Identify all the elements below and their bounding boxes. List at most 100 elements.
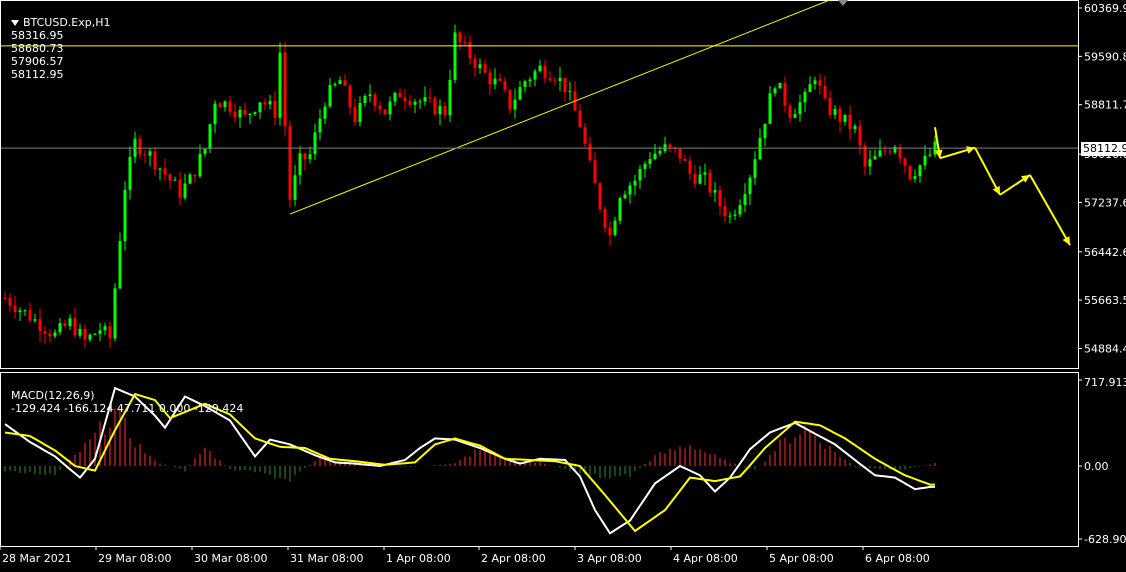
candle-body[interactable] — [328, 85, 332, 107]
candle-body[interactable] — [693, 173, 697, 184]
candle-body[interactable] — [88, 334, 92, 340]
candle-body[interactable] — [848, 114, 852, 130]
candle-body[interactable] — [358, 103, 362, 123]
candle-body[interactable] — [138, 138, 142, 155]
candle-body[interactable] — [863, 145, 867, 167]
candle-body[interactable] — [238, 109, 242, 118]
candle-body[interactable] — [813, 80, 817, 85]
candle-body[interactable] — [703, 172, 707, 175]
candle-body[interactable] — [398, 92, 402, 98]
candle-body[interactable] — [233, 111, 237, 118]
candle-body[interactable] — [178, 179, 182, 198]
candle-body[interactable] — [58, 323, 62, 333]
candle-body[interactable] — [918, 165, 922, 177]
candle-body[interactable] — [223, 101, 227, 108]
candle-body[interactable] — [468, 42, 472, 59]
candle-body[interactable] — [688, 160, 692, 174]
candle-body[interactable] — [23, 310, 27, 312]
candle-body[interactable] — [158, 168, 162, 170]
candle-body[interactable] — [473, 58, 477, 69]
candle-body[interactable] — [578, 110, 582, 128]
candle-body[interactable] — [493, 78, 497, 85]
candle-body[interactable] — [33, 319, 37, 321]
candle-body[interactable] — [823, 85, 827, 98]
candle-body[interactable] — [123, 189, 127, 242]
candle-body[interactable] — [408, 101, 412, 105]
candle-body[interactable] — [743, 194, 747, 206]
candle-body[interactable] — [313, 132, 317, 155]
candle-body[interactable] — [303, 153, 307, 160]
candle-body[interactable] — [183, 183, 187, 198]
candle-body[interactable] — [753, 159, 757, 178]
candle-body[interactable] — [98, 330, 102, 334]
candle-body[interactable] — [228, 101, 232, 112]
candle-body[interactable] — [63, 323, 67, 327]
candle-body[interactable] — [533, 71, 537, 80]
candle-body[interactable] — [748, 177, 752, 195]
candle-body[interactable] — [193, 174, 197, 177]
candle-body[interactable] — [853, 126, 857, 130]
candle-body[interactable] — [273, 100, 277, 118]
candle-body[interactable] — [458, 32, 462, 42]
candle-body[interactable] — [683, 158, 687, 161]
candle-body[interactable] — [818, 80, 822, 86]
candle-body[interactable] — [268, 100, 272, 105]
candle-body[interactable] — [283, 52, 287, 127]
candle-body[interactable] — [363, 95, 367, 104]
candle-body[interactable] — [633, 180, 637, 186]
candle-body[interactable] — [278, 52, 282, 118]
candle-body[interactable] — [708, 172, 712, 193]
candle-body[interactable] — [83, 328, 87, 340]
candle-body[interactable] — [618, 198, 622, 221]
candle-body[interactable] — [478, 64, 482, 69]
candle-body[interactable] — [543, 65, 547, 79]
candle-body[interactable] — [758, 138, 762, 160]
candle-body[interactable] — [253, 112, 257, 114]
candle-body[interactable] — [778, 82, 782, 89]
candle-body[interactable] — [788, 105, 792, 118]
candle-body[interactable] — [393, 92, 397, 102]
candle-body[interactable] — [348, 85, 352, 108]
candle-body[interactable] — [108, 326, 112, 339]
candle-body[interactable] — [558, 77, 562, 82]
candle-body[interactable] — [728, 215, 732, 217]
candle-body[interactable] — [68, 318, 72, 327]
candle-body[interactable] — [143, 154, 147, 156]
candle-body[interactable] — [508, 89, 512, 110]
candle-body[interactable] — [873, 156, 877, 160]
candle-body[interactable] — [438, 105, 442, 115]
candle-body[interactable] — [808, 84, 812, 92]
candle-body[interactable] — [243, 109, 247, 115]
candle-body[interactable] — [563, 77, 567, 93]
candle-body[interactable] — [648, 159, 652, 164]
candle-body[interactable] — [13, 305, 17, 313]
candle-body[interactable] — [498, 78, 502, 81]
candle-body[interactable] — [428, 97, 432, 99]
candle-body[interactable] — [528, 79, 532, 82]
candle-body[interactable] — [333, 83, 337, 86]
candle-body[interactable] — [38, 319, 42, 332]
candle-body[interactable] — [298, 153, 302, 176]
candle-body[interactable] — [793, 114, 797, 118]
candle-body[interactable] — [388, 101, 392, 115]
dropdown-triangle-icon[interactable] — [11, 20, 19, 26]
candle-body[interactable] — [78, 328, 82, 336]
candle-body[interactable] — [73, 318, 77, 336]
candle-body[interactable] — [93, 333, 97, 335]
candle-body[interactable] — [828, 97, 832, 115]
candle-body[interactable] — [43, 331, 47, 334]
shift-marker-icon[interactable] — [838, 0, 848, 6]
candle-body[interactable] — [878, 150, 882, 157]
chart-area[interactable]: 60369.959590.858811.758016.057237.656442… — [0, 0, 1126, 568]
candle-body[interactable] — [208, 124, 212, 149]
candle-body[interactable] — [798, 102, 802, 115]
candle-body[interactable] — [643, 163, 647, 169]
candle-body[interactable] — [608, 227, 612, 236]
candle-body[interactable] — [373, 94, 377, 106]
candle-body[interactable] — [453, 32, 457, 80]
candle-body[interactable] — [318, 118, 322, 133]
candle-body[interactable] — [248, 113, 252, 115]
candle-body[interactable] — [553, 80, 557, 82]
candle-body[interactable] — [308, 154, 312, 160]
candle-body[interactable] — [928, 154, 932, 156]
